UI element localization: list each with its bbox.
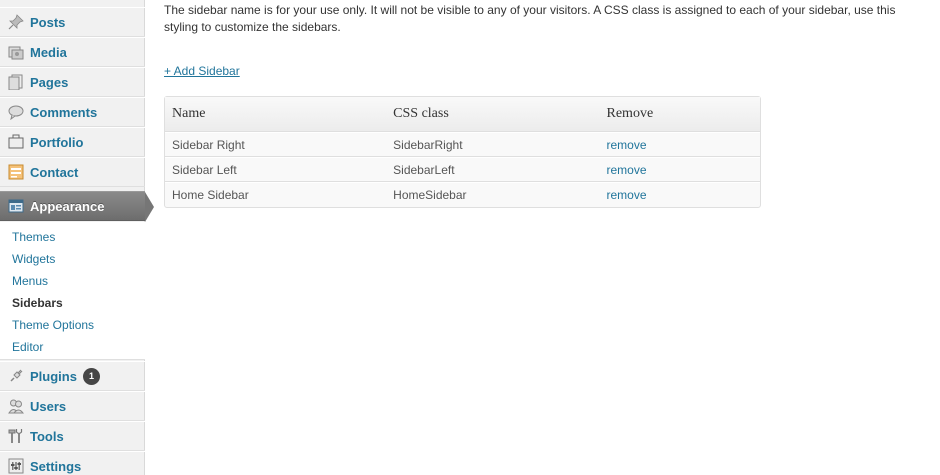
menu-label-pages: Pages xyxy=(30,74,69,90)
admin-sidebar: Posts Media Pages Comments Portfolio Con… xyxy=(0,0,154,475)
submenu-item-menus[interactable]: Menus xyxy=(12,274,48,290)
column-header-remove: Remove xyxy=(599,97,760,132)
pages-icon xyxy=(8,74,24,90)
menu-label-plugins: Plugins xyxy=(30,368,77,384)
column-header-css-class: CSS class xyxy=(386,97,600,132)
remove-cell: remove xyxy=(599,182,760,207)
remove-link[interactable]: remove xyxy=(607,163,647,177)
remove-link[interactable]: remove xyxy=(607,188,647,202)
table-row: Sidebar Right SidebarRight remove xyxy=(165,132,760,157)
add-sidebar-link[interactable]: + Add Sidebar xyxy=(164,64,240,78)
submenu-item-sidebars[interactable]: Sidebars xyxy=(12,296,63,312)
menu-item-posts[interactable]: Posts xyxy=(0,7,145,37)
plugins-update-count-badge: 1 xyxy=(82,367,100,385)
submenu-item-widgets[interactable]: Widgets xyxy=(12,252,55,268)
menu-item-settings[interactable]: Settings xyxy=(0,451,145,475)
column-header-name: Name xyxy=(165,97,387,132)
menu-label-posts: Posts xyxy=(30,14,66,30)
menu-label-contact: Contact xyxy=(30,164,79,180)
portfolio-icon xyxy=(8,134,24,150)
sidebar-name-cell: Sidebar Right xyxy=(165,132,387,157)
remove-cell: remove xyxy=(599,132,760,157)
remove-link[interactable]: remove xyxy=(607,138,647,152)
menu-label-settings: Settings xyxy=(30,458,82,474)
menu-label-appearance: Appearance xyxy=(30,198,105,214)
menu-item-pages[interactable]: Pages xyxy=(0,67,145,97)
comment-icon xyxy=(8,104,24,120)
contact-icon xyxy=(8,164,24,180)
pushpin-icon xyxy=(8,14,24,30)
submenu-item-editor[interactable]: Editor xyxy=(12,340,43,356)
menu-item-appearance[interactable]: Appearance xyxy=(0,191,154,222)
sidebar-description: The sidebar name is for your use only. I… xyxy=(164,3,896,34)
css-class-cell: SidebarLeft xyxy=(386,157,600,182)
css-class-cell: HomeSidebar xyxy=(386,182,600,207)
media-icon xyxy=(8,44,24,60)
menu-item-portfolio[interactable]: Portfolio xyxy=(0,127,145,157)
menu-label-users: Users xyxy=(30,398,67,414)
table-header-row: Name CSS class Remove xyxy=(165,97,760,132)
users-icon xyxy=(8,398,24,414)
menu-item-media[interactable]: Media xyxy=(0,37,145,67)
sidebar-name-cell: Sidebar Left xyxy=(165,157,387,182)
remove-cell: remove xyxy=(599,157,760,182)
plugin-icon xyxy=(8,368,24,384)
appearance-icon xyxy=(8,198,24,214)
table-row: Sidebar Left SidebarLeft remove xyxy=(165,157,760,182)
menu-label-media: Media xyxy=(30,44,67,60)
main-content: The sidebar name is for your use only. I… xyxy=(146,0,940,475)
menu-label-portfolio: Portfolio xyxy=(30,134,84,150)
submenu-item-theme-options[interactable]: Theme Options xyxy=(12,318,94,334)
menu-item-comments[interactable]: Comments xyxy=(0,97,145,127)
menu-label-tools: Tools xyxy=(30,428,64,444)
table-row: Home Sidebar HomeSidebar remove xyxy=(165,182,760,207)
settings-icon xyxy=(8,458,24,474)
sidebars-table: Name CSS class Remove Sidebar Right Side… xyxy=(164,96,761,208)
menu-item-contact[interactable]: Contact xyxy=(0,157,145,187)
menu-item-tools[interactable]: Tools xyxy=(0,421,145,451)
submenu-item-themes[interactable]: Themes xyxy=(12,230,55,246)
menu-item-users[interactable]: Users xyxy=(0,391,145,421)
menu-item-plugins[interactable]: Plugins 1 xyxy=(0,361,145,391)
sidebar-name-cell: Home Sidebar xyxy=(165,182,387,207)
menu-label-comments: Comments xyxy=(30,104,98,120)
tools-icon xyxy=(8,428,24,444)
appearance-submenu: Themes Widgets Menus Sidebars Theme Opti… xyxy=(0,222,145,360)
css-class-cell: SidebarRight xyxy=(386,132,600,157)
